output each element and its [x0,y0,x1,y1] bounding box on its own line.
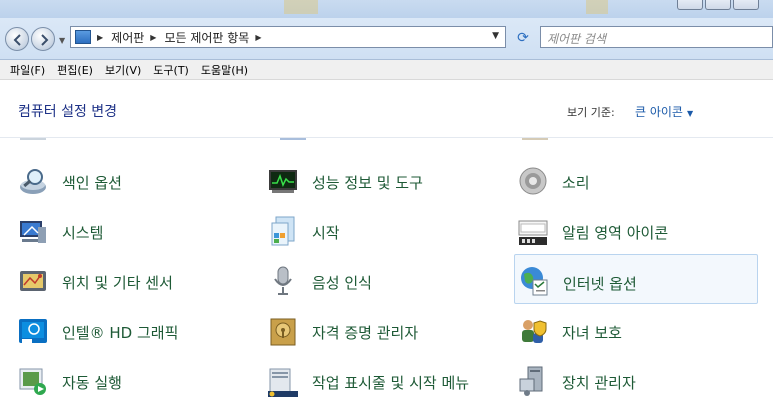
breadcrumb-separator-icon[interactable]: ▶ [97,33,103,42]
parental-controls-icon [522,320,547,343]
forward-button[interactable] [31,27,55,51]
item-label: 자격 증명 관리자 [312,324,419,342]
menu-file[interactable]: 파일(F) [0,62,51,78]
device-manager-icon [519,366,543,396]
window-controls [677,0,759,10]
view-by-value[interactable]: 큰 아이콘 [635,105,683,119]
item-label: 색인 옵션 [62,174,122,192]
item-label: 작업 표시줄 및 시작 메뉴 [312,374,470,392]
item-notification-area-icons[interactable]: 알림 영역 아이콘 [518,208,760,254]
intel-graphics-icon [19,319,47,343]
item-label: 자동 실행 [62,374,122,392]
forward-arrow-icon [41,34,49,46]
microphone-icon [274,266,292,295]
window-decoration [284,0,318,14]
address-dropdown-icon[interactable]: ▼ [492,31,499,41]
view-by-label: 보기 기준: [567,106,615,119]
item-system[interactable]: 시스템 [18,208,260,254]
control-panel-icon [75,30,91,44]
indexing-magnifier-icon [20,169,46,194]
item-label: 시작 [312,224,340,242]
notification-tray-icon [518,220,548,245]
view-by-dropdown[interactable]: 큰 아이콘 ▼ [635,103,693,120]
refresh-icon: ⟳ [517,30,529,46]
item-label: 인텔® HD 그래픽 [62,324,179,342]
partial-item-icon [280,138,306,140]
partial-item-icon [522,138,548,140]
breadcrumb-control-panel[interactable]: 제어판 [111,29,144,46]
item-performance-info[interactable]: 성능 정보 및 도구 [268,158,510,204]
page-header: 컴퓨터 설정 변경 보기 기준: 큰 아이콘 ▼ [0,81,773,138]
item-credential-manager[interactable]: 자격 증명 관리자 [268,308,510,354]
items-grid: 색인 옵션 성능 정보 및 도구 소리 시스템 시작 알림 영역 아이콘 위치 … [0,138,773,402]
address-bar[interactable]: ▶ 제어판 ▶ 모든 제어판 항목 ▶ ▼ [70,26,506,48]
getting-started-icon [271,216,295,246]
item-parental-controls[interactable]: 자녀 보호 [518,308,760,354]
item-internet-options[interactable]: 인터넷 옵션 [514,254,758,304]
item-label: 위치 및 기타 센서 [62,274,173,292]
item-getting-started[interactable]: 시작 [268,208,510,254]
item-label: 음성 인식 [312,274,372,292]
item-intel-hd-graphics[interactable]: 인텔® HD 그래픽 [18,308,260,354]
menu-help[interactable]: 도움말(H) [195,62,254,78]
window-decoration [586,0,608,14]
breadcrumb-all-items[interactable]: 모든 제어판 항목 [164,29,249,46]
maximize-button[interactable] [705,0,731,10]
refresh-button[interactable]: ⟳ [510,27,536,49]
internet-globe-icon [521,267,548,296]
back-button[interactable] [5,27,29,51]
dropdown-caret-icon[interactable]: ▼ [687,109,693,118]
partial-item-icon [20,138,46,140]
item-label: 성능 정보 및 도구 [312,174,423,192]
close-button[interactable] [733,0,759,10]
page-title: 컴퓨터 설정 변경 [18,104,118,120]
back-arrow-icon [13,34,21,46]
minimize-button[interactable] [677,0,703,10]
speaker-icon [519,167,547,195]
performance-monitor-icon [269,170,297,193]
taskbar-icon [268,368,298,397]
menu-edit[interactable]: 편집(E) [51,62,99,78]
item-label: 알림 영역 아이콘 [562,224,669,242]
item-speech-recognition[interactable]: 음성 인식 [268,258,510,304]
item-location-sensors[interactable]: 위치 및 기타 센서 [18,258,260,304]
breadcrumb-separator-icon[interactable]: ▶ [150,33,156,42]
item-label: 자녀 보호 [562,324,622,342]
item-label: 인터넷 옵션 [563,275,637,293]
navigation-bar: ▼ ▶ 제어판 ▶ 모든 제어판 항목 ▶ ▼ ⟳ 제어판 검색 [0,18,773,60]
item-label: 시스템 [62,224,104,242]
credential-vault-icon [270,318,296,346]
item-device-manager[interactable]: 장치 관리자 [518,358,760,402]
computer-system-icon [20,221,46,243]
title-bar [0,0,773,18]
menu-bar: 파일(F) 편집(E) 보기(V) 도구(T) 도움말(H) [0,60,773,80]
item-indexing-options[interactable]: 색인 옵션 [18,158,260,204]
item-sound[interactable]: 소리 [518,158,760,204]
item-autoplay[interactable]: 자동 실행 [18,358,260,402]
item-taskbar-start-menu[interactable]: 작업 표시줄 및 시작 메뉴 [268,358,510,402]
control-panel-window: ▼ ▶ 제어판 ▶ 모든 제어판 항목 ▶ ▼ ⟳ 제어판 검색 파일(F) 편… [0,0,773,402]
autoplay-icon [19,368,46,395]
recent-pages-dropdown[interactable]: ▼ [59,36,65,45]
menu-tools[interactable]: 도구(T) [147,62,195,78]
breadcrumb-separator-icon[interactable]: ▶ [255,33,261,42]
item-label: 소리 [562,174,590,192]
item-label: 장치 관리자 [562,374,636,392]
location-sensor-icon [20,271,46,291]
search-input[interactable]: 제어판 검색 [540,26,773,48]
menu-view[interactable]: 보기(V) [99,62,147,78]
